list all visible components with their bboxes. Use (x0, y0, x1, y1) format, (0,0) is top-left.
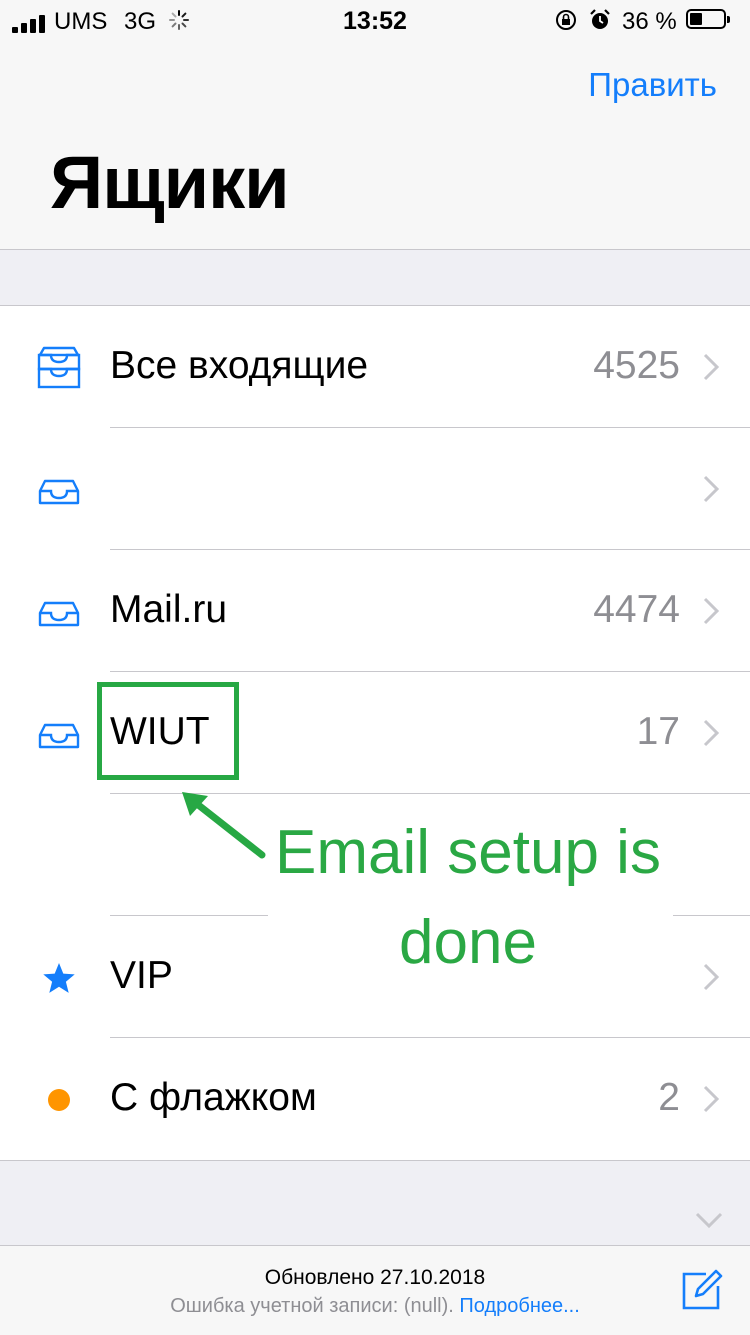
compose-icon[interactable] (680, 1268, 724, 1312)
mailbox-label: Все входящие (110, 344, 369, 387)
star-icon (43, 963, 75, 993)
status-bar: UMS 3G 13:52 36 % (0, 0, 750, 44)
mailbox-row-all-inboxes[interactable]: Все входящие 4525 (0, 306, 750, 428)
mailbox-row-unnamed[interactable] (0, 428, 750, 550)
battery-icon (686, 9, 730, 29)
mailbox-row-flagged[interactable]: С флажком 2 (0, 1038, 750, 1160)
inbox-tray-icon (38, 723, 80, 749)
navigation-header: Править Ящики (0, 44, 750, 250)
chevron-right-icon (703, 353, 720, 381)
battery-percent: 36 % (622, 8, 677, 35)
chevron-right-icon (703, 475, 720, 503)
inbox-tray-icon (38, 479, 80, 505)
annotation-highlight-box (97, 682, 239, 780)
error-text: Ошибка учетной записи: (null). (170, 1295, 454, 1317)
mailbox-row-mailru[interactable]: Mail.ru 4474 (0, 550, 750, 672)
account-error-status: Ошибка учетной записи: (null). Подробнее… (0, 1295, 750, 1318)
mailbox-count: 4525 (593, 344, 680, 387)
bottom-toolbar: Обновлено 27.10.2018 Ошибка учетной запи… (0, 1245, 750, 1335)
annotation-text-line2: done (399, 908, 537, 977)
mailbox-label: Mail.ru (110, 588, 228, 631)
chevron-right-icon (703, 963, 720, 991)
rotation-lock-icon (556, 10, 576, 30)
flag-dot-icon (48, 1089, 70, 1111)
edit-button[interactable]: Править (588, 66, 717, 104)
annotation-text-line1: Email setup is (275, 818, 661, 887)
mailbox-count: 4474 (593, 588, 680, 631)
more-details-link[interactable]: Подробнее... (459, 1295, 579, 1317)
chevron-right-icon (703, 597, 720, 625)
inbox-tray-icon (38, 601, 80, 627)
page-title: Ящики (50, 141, 290, 224)
updated-status: Обновлено 27.10.2018 (264, 1266, 486, 1289)
annotation-text: Email setup is done (258, 808, 678, 988)
mailbox-label: VIP (110, 954, 173, 997)
chevron-down-icon[interactable] (694, 1210, 724, 1230)
chevron-right-icon (703, 719, 720, 747)
inbox-tray-icon (37, 346, 81, 389)
chevron-right-icon (703, 1085, 720, 1113)
mailbox-count: 2 (658, 1076, 680, 1119)
mailbox-count: 17 (636, 710, 680, 753)
alarm-icon (590, 9, 610, 29)
mailbox-label: С флажком (110, 1076, 317, 1119)
